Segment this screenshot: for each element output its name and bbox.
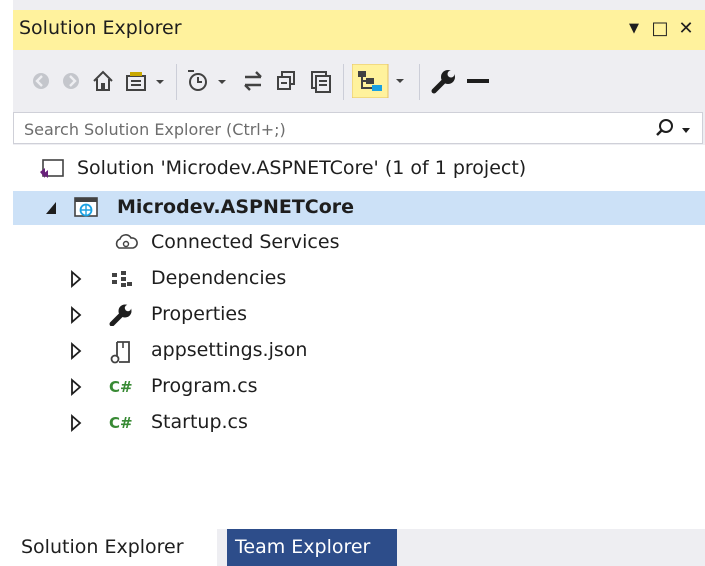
- window-edge: [0, 0, 13, 566]
- tree-row-startup-cs[interactable]: C# Startup.cs: [13, 406, 705, 440]
- project-label: Microdev.ASPNETCore: [117, 196, 355, 218]
- tree-item-label: Connected Services: [151, 231, 340, 253]
- toolbar-separator: [419, 64, 420, 100]
- panel-titlebar: Solution Explorer ▼ □ ✕: [13, 10, 705, 50]
- search-input[interactable]: [22, 117, 626, 141]
- back-button[interactable]: [29, 64, 53, 98]
- minus-button[interactable]: [463, 64, 493, 98]
- tree-item-label: Properties: [151, 303, 248, 325]
- panel-title: Solution Explorer: [19, 17, 182, 39]
- show-all-files-button[interactable]: [307, 64, 335, 98]
- tree-item-label: Program.cs: [151, 375, 258, 397]
- solution-label: Solution 'Microdev.ASPNETCore' (1 of 1 p…: [77, 157, 527, 179]
- tree-row-program-cs[interactable]: C# Program.cs: [13, 370, 705, 404]
- tree-row-project[interactable]: Microdev.ASPNETCore: [13, 191, 705, 225]
- minus-icon: [467, 79, 489, 83]
- collapsed-arrow-icon[interactable]: [69, 270, 85, 288]
- solution-tree: Solution 'Microdev.ASPNETCore' (1 of 1 p…: [13, 145, 705, 529]
- json-file-icon: [109, 340, 135, 364]
- tree-row-appsettings[interactable]: appsettings.json: [13, 334, 705, 368]
- home-icon: [93, 70, 113, 91]
- collapse-all-button[interactable]: [273, 64, 301, 98]
- tab-team-explorer[interactable]: Team Explorer: [227, 529, 397, 566]
- search-options-dropdown-icon[interactable]: [680, 122, 692, 141]
- tree-row-connected-services[interactable]: Connected Services: [13, 226, 705, 260]
- collapsed-arrow-icon[interactable]: [69, 342, 85, 360]
- home-button[interactable]: [89, 64, 117, 98]
- switch-views-icon: [126, 72, 164, 91]
- search-box[interactable]: [13, 112, 703, 144]
- window-position-dropdown-icon[interactable]: ▼: [623, 16, 645, 42]
- preview-selected-items-button[interactable]: [351, 64, 411, 98]
- csharp-file-icon: C#: [109, 414, 133, 432]
- tab-solution-explorer[interactable]: Solution Explorer: [13, 529, 217, 566]
- tree-row-solution[interactable]: Solution 'Microdev.ASPNETCore' (1 of 1 p…: [13, 152, 705, 186]
- toolbar: [13, 50, 705, 112]
- properties-wrench-icon: [431, 70, 455, 94]
- maximize-icon[interactable]: □: [649, 16, 671, 42]
- toolbar-separator: [176, 64, 177, 100]
- back-icon: [33, 73, 49, 89]
- pending-changes-filter-icon: [188, 70, 226, 91]
- dependencies-icon: [109, 268, 135, 290]
- properties-button[interactable]: [429, 64, 459, 98]
- collapsed-arrow-icon[interactable]: [69, 414, 85, 432]
- tree-row-properties[interactable]: Properties: [13, 298, 705, 332]
- close-icon[interactable]: ✕: [675, 16, 697, 42]
- tree-row-dependencies[interactable]: Dependencies: [13, 262, 705, 296]
- show-all-files-icon: [311, 71, 331, 93]
- web-project-icon: [73, 197, 99, 219]
- solution-icon: [39, 158, 65, 180]
- tree-item-label: Dependencies: [151, 267, 287, 289]
- collapsed-arrow-icon[interactable]: [69, 378, 85, 396]
- search-icon[interactable]: [654, 117, 676, 143]
- forward-icon: [63, 73, 79, 89]
- toolbar-separator: [343, 64, 344, 100]
- collapse-all-icon: [277, 71, 295, 90]
- switch-views-button[interactable]: [123, 64, 169, 98]
- collapsed-arrow-icon[interactable]: [69, 306, 85, 324]
- forward-button[interactable]: [59, 64, 83, 98]
- sync-with-active-document-button[interactable]: [239, 64, 267, 98]
- pending-changes-filter-button[interactable]: [185, 64, 233, 98]
- csharp-file-icon: C#: [109, 378, 133, 396]
- tree-item-label: Startup.cs: [151, 411, 248, 433]
- tool-window-tabs: Solution Explorer Team Explorer: [13, 529, 705, 566]
- preview-selected-items-icon: [352, 64, 404, 98]
- expanded-arrow-icon[interactable]: [44, 199, 60, 217]
- tree-item-label: appsettings.json: [151, 339, 308, 361]
- sync-with-active-document-icon: [244, 71, 262, 91]
- connected-services-icon: [113, 232, 139, 254]
- wrench-icon: [109, 304, 135, 327]
